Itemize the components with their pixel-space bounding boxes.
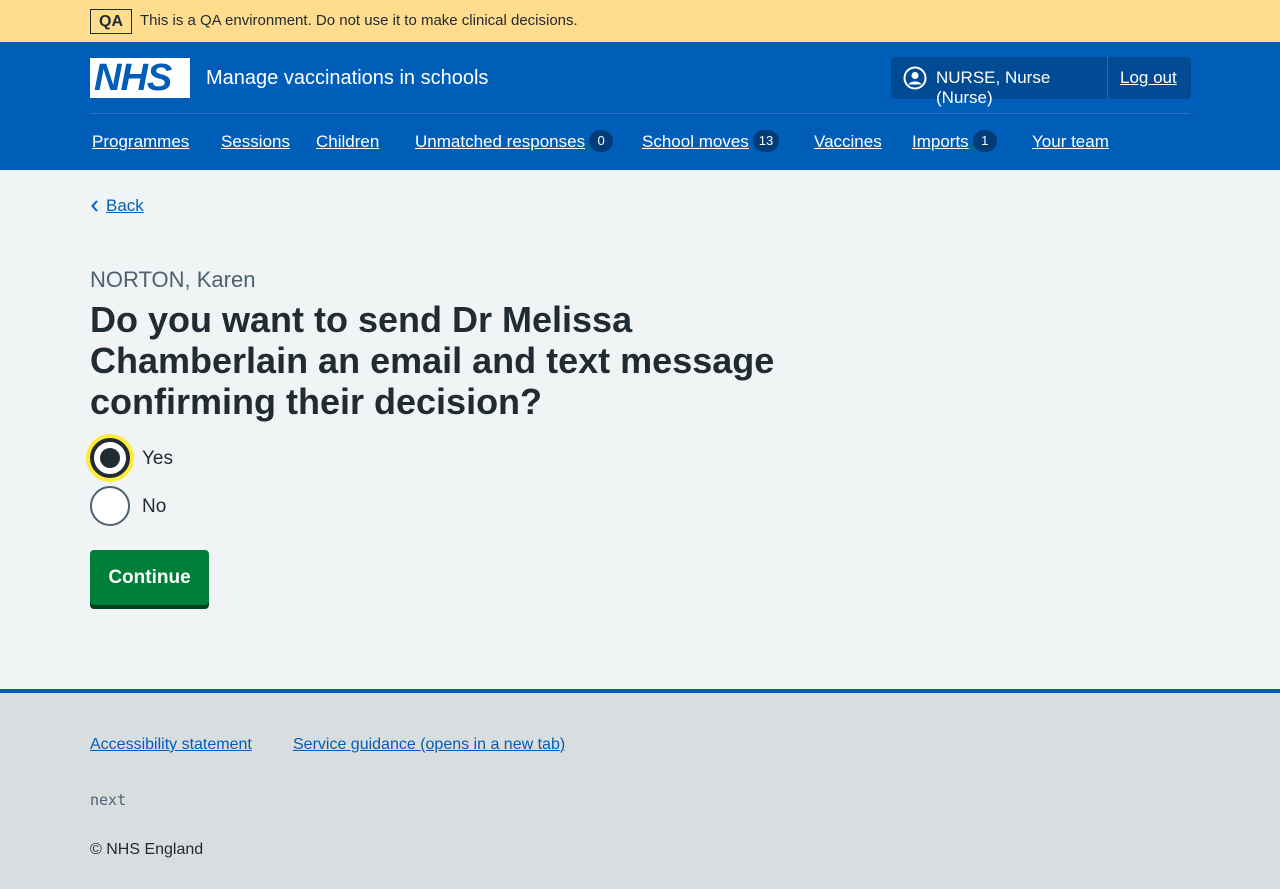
radio-option-yes[interactable]: Yes <box>90 438 390 478</box>
nav-item-label: School moves <box>642 132 749 151</box>
account-user-name: NURSE, Nurse (Nurse) <box>936 68 1051 107</box>
service-guidance-link[interactable]: Service guidance (opens in a new tab) <box>293 735 565 755</box>
radio-label: Yes <box>142 448 173 469</box>
continue-button[interactable]: Continue <box>90 550 209 605</box>
nav-item-imports[interactable]: Imports 1 <box>912 130 997 154</box>
nav-item-label: Programmes <box>92 132 190 151</box>
environment-label: next <box>90 791 127 809</box>
nav-item-label: Unmatched responses <box>415 132 586 151</box>
site-footer: Accessibility statement Service guidance… <box>0 689 1280 889</box>
qa-banner-message: This is a QA environment. Do not use it … <box>140 12 578 29</box>
copyright-text: © NHS England <box>90 841 204 858</box>
nhs-logo-text: NHS <box>94 57 172 99</box>
nav-item-label: Vaccines <box>814 132 882 151</box>
nav-item-children[interactable]: Children <box>316 130 379 154</box>
accessibility-statement-link[interactable]: Accessibility statement <box>90 735 252 755</box>
nav-item-sessions[interactable]: Sessions <box>221 130 290 154</box>
radio-button[interactable] <box>90 486 130 526</box>
qa-environment-banner: QA This is a QA environment. Do not use … <box>0 0 1280 42</box>
radio-button-selected[interactable] <box>90 438 130 478</box>
patient-name-caption: NORTON, Karen <box>90 267 256 292</box>
nav-item-school-moves[interactable]: School moves 13 <box>642 130 780 154</box>
nav-item-unmatched-responses[interactable]: Unmatched responses 0 <box>415 130 614 154</box>
nav-item-label: Sessions <box>221 132 290 151</box>
site-header: NHS Manage vaccinations in schools NURSE… <box>0 42 1280 170</box>
qa-tag: QA <box>90 9 132 34</box>
nav-item-programmes[interactable]: Programmes <box>92 130 189 154</box>
radio-option-no[interactable]: No <box>90 486 390 526</box>
radio-label: No <box>142 496 167 517</box>
nav-item-label: Imports <box>912 132 969 151</box>
nav-item-label: Your team <box>1032 132 1109 151</box>
back-link-label: Back <box>106 196 144 215</box>
page-title: Do you want to send Dr Melissa Chamberla… <box>90 299 775 422</box>
nhs-logo[interactable]: NHS <box>90 58 190 98</box>
service-name[interactable]: Manage vaccinations in schools <box>206 66 488 90</box>
account-panel: NURSE, Nurse (Nurse) Log out <box>891 57 1191 107</box>
primary-navigation: Programmes Sessions Children Unmatched r… <box>0 130 1280 154</box>
count-badge: 13 <box>752 130 780 153</box>
nav-item-vaccines[interactable]: Vaccines <box>814 130 882 154</box>
count-badge: 0 <box>589 130 614 153</box>
account-user: NURSE, Nurse (Nurse) <box>891 57 1108 107</box>
header-divider <box>90 113 1190 114</box>
nav-item-label: Children <box>316 132 380 151</box>
logout-link[interactable]: Log out <box>1120 68 1177 88</box>
count-badge: 1 <box>972 130 997 153</box>
chevron-left-icon <box>91 200 98 212</box>
account-divider <box>1107 57 1108 99</box>
user-account-icon <box>903 66 927 90</box>
nav-item-your-team[interactable]: Your team <box>1032 130 1109 154</box>
